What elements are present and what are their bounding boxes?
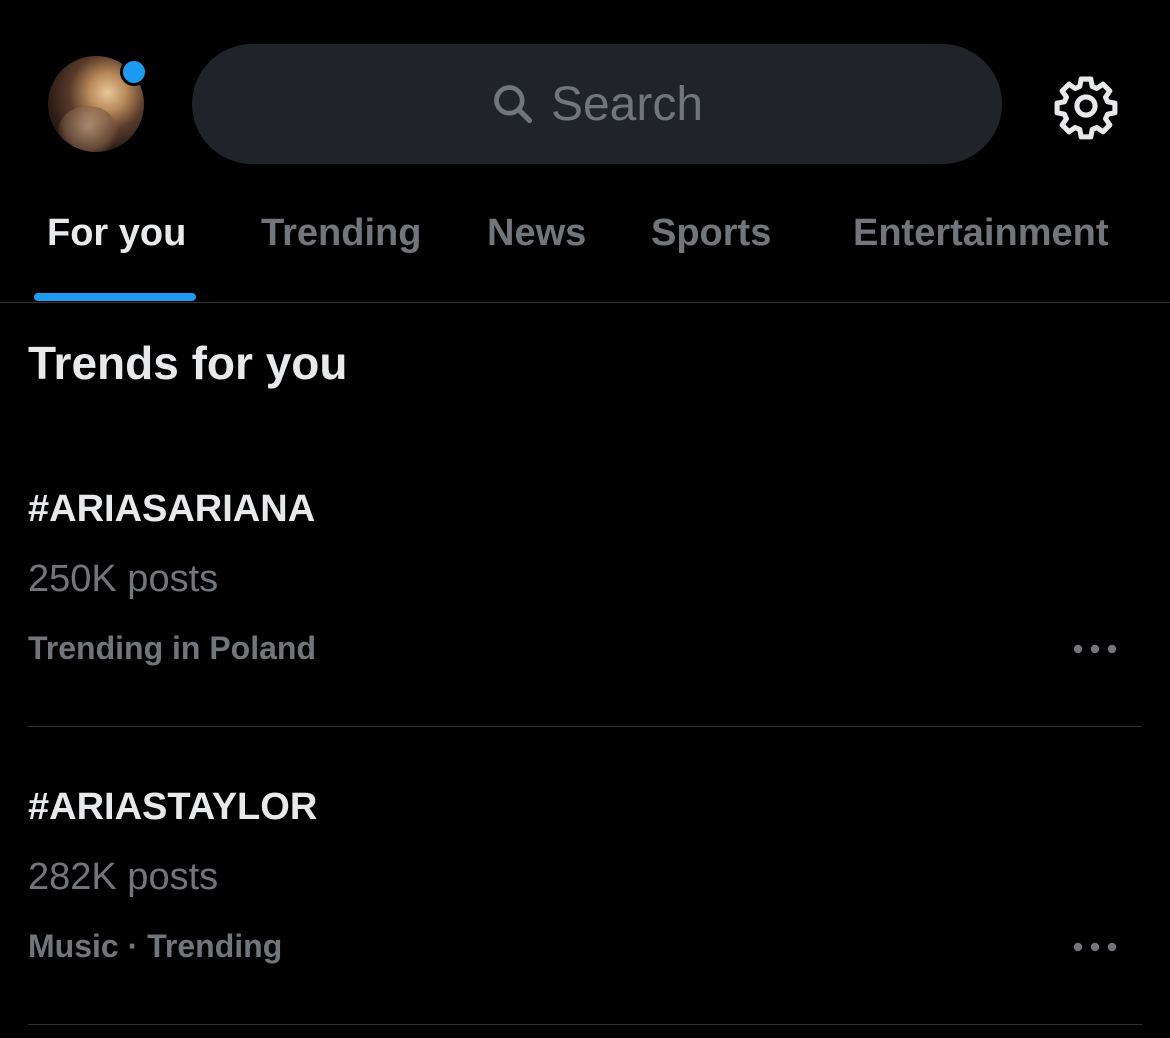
trend-context: Trending in Poland — [28, 630, 316, 666]
trend-tag: #ARIASTAYLOR — [28, 786, 318, 828]
trend-context: Music · Trending — [28, 928, 283, 964]
top-bar: Search — [0, 0, 1170, 190]
trend-divider — [28, 726, 1142, 727]
trend-tag: #ARIASARIANA — [28, 488, 316, 530]
active-tab-indicator — [34, 293, 196, 301]
more-options-icon[interactable] — [1068, 937, 1124, 957]
tab-trending[interactable]: Trending — [261, 212, 421, 255]
trend-post-count: 250K posts — [28, 558, 219, 600]
gear-icon[interactable] — [1052, 72, 1120, 140]
trend-divider — [28, 1024, 1142, 1025]
search-placeholder: Search — [550, 77, 704, 131]
tab-entertainment[interactable]: Entertainment — [853, 212, 1108, 255]
tabs-divider — [0, 302, 1170, 303]
search-input[interactable]: Search — [192, 44, 1002, 164]
tab-news[interactable]: News — [487, 212, 586, 255]
section-title: Trends for you — [28, 337, 348, 389]
tab-for-you[interactable]: For you — [47, 212, 186, 255]
search-icon — [494, 85, 533, 124]
more-options-icon[interactable] — [1068, 639, 1124, 659]
tab-sports[interactable]: Sports — [651, 212, 771, 255]
tab-bar: For you Trending News Sports Entertainme… — [0, 190, 1170, 302]
notification-dot — [120, 58, 148, 86]
trend-post-count: 282K posts — [28, 856, 219, 898]
avatar-image — [58, 106, 118, 152]
